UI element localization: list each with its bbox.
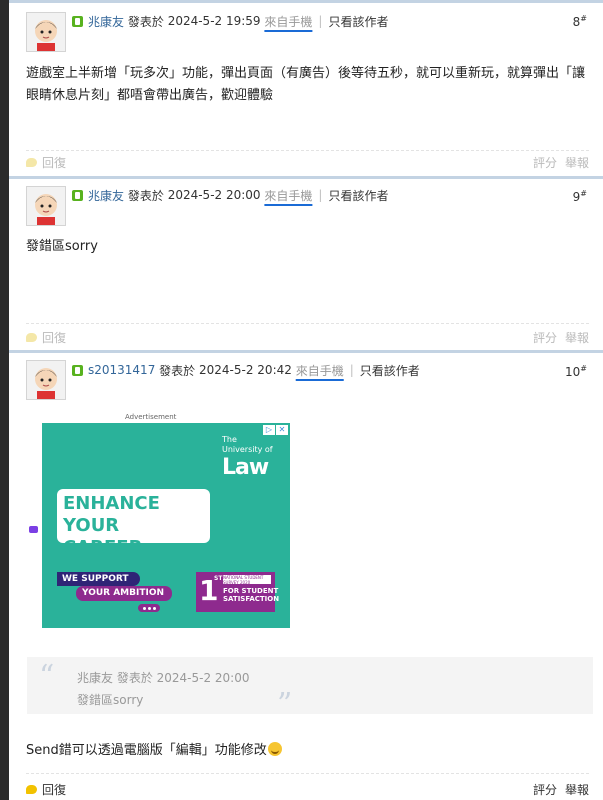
avatar[interactable] <box>26 186 66 226</box>
author-link[interactable]: 兆康友 <box>88 13 124 30</box>
ad-indicator-icon[interactable] <box>29 526 38 533</box>
post-content: 發錯區sorry <box>26 239 98 254</box>
floor-number[interactable]: 9# <box>573 189 587 204</box>
post-actions: 評分 舉報 <box>525 154 589 171</box>
ad-ambition-tag: YOUR AMBITION <box>76 586 172 601</box>
ad-support-tag: WE SUPPORT <box>57 572 140 586</box>
reply-label: 回復 <box>42 783 67 797</box>
online-status-icon <box>72 364 83 376</box>
post-floor-8: 兆康友 發表於 2024-5-2 19:59 來自手機 | 只看該作者 8# 遊… <box>9 0 603 176</box>
post-meta: 兆康友 發表於 2024-5-2 19:59 來自手機 | 只看該作者 <box>72 13 388 29</box>
ad-survey-badge: 1 ST NATIONAL STUDENT SURVEY 2020 FOR ST… <box>196 572 279 612</box>
online-status-icon <box>72 189 83 201</box>
post-meta: s20131417 發表於 2024-5-2 20:42 來自手機 | 只看該作… <box>72 362 420 378</box>
posted-label: 發表於 <box>127 14 164 29</box>
posted-label: 發表於 <box>127 188 164 203</box>
post-actions: 評分 舉報 <box>525 781 589 798</box>
post-footer-divider <box>26 323 589 324</box>
author-link[interactable]: 兆康友 <box>88 187 124 204</box>
left-edge-bar <box>0 0 9 800</box>
post-divider <box>9 350 603 353</box>
rate-link[interactable]: 評分 <box>533 783 557 797</box>
avatar-face-icon <box>35 368 57 399</box>
reply-bubble-icon <box>26 158 37 167</box>
reply-button[interactable]: 回復 <box>26 154 66 171</box>
posted-label: 發表於 <box>159 363 196 378</box>
quote-author-line: 兆康友 發表於 2024-5-2 20:00 <box>77 671 250 685</box>
floor-number[interactable]: 8# <box>573 14 587 29</box>
ad-headline: ENHANCE YOUR CAREER <box>57 489 210 558</box>
avatar[interactable] <box>26 12 66 52</box>
post-divider <box>9 0 603 3</box>
only-author-link[interactable]: 只看該作者 <box>328 187 388 204</box>
advertisement-banner[interactable]: ▷ ✕ The University of Law ENHANCE YOUR CARE… <box>42 423 290 628</box>
advertisement-label: Advertisement <box>125 413 177 421</box>
quoted-reply: “ 兆康友 發表於 2024-5-2 20:00 發錯區sorry ” <box>27 657 593 722</box>
report-link[interactable]: 舉報 <box>565 783 589 797</box>
avatar-face-icon <box>35 194 57 225</box>
reply-label: 回復 <box>42 156 67 170</box>
adchoices-icon[interactable]: ▷ ✕ <box>262 425 288 435</box>
separator: | <box>349 363 354 377</box>
report-link[interactable]: 舉報 <box>565 331 589 345</box>
separator: | <box>318 14 323 28</box>
close-quote-icon: ” <box>277 687 293 722</box>
post-content: 遊戲室上半新增「玩多次」功能，彈出頁面（有廣告）後等待五秒，就可以重新玩，就算彈… <box>26 66 586 103</box>
from-mobile-link[interactable]: 來自手機 <box>296 362 344 379</box>
separator: | <box>318 188 323 202</box>
only-author-link[interactable]: 只看該作者 <box>360 362 420 379</box>
post-meta: 兆康友 發表於 2024-5-2 20:00 來自手機 | 只看該作者 <box>72 187 388 203</box>
from-mobile-link[interactable]: 來自手機 <box>264 13 312 30</box>
reply-button[interactable]: 回復 <box>26 329 66 346</box>
avatar[interactable] <box>26 360 66 400</box>
ad-carousel-dots[interactable] <box>138 604 160 612</box>
smiley-emoji-icon <box>267 742 282 756</box>
rate-link[interactable]: 評分 <box>533 156 557 170</box>
quote-text: 發錯區sorry <box>77 693 144 707</box>
online-status-icon <box>72 15 83 27</box>
author-link[interactable]: s20131417 <box>88 363 155 377</box>
reply-label: 回復 <box>42 331 67 345</box>
post-time: 2024-5-2 20:00 <box>167 188 261 202</box>
reply-button[interactable]: 回復 <box>26 781 66 798</box>
rate-link[interactable]: 評分 <box>533 331 557 345</box>
reply-bubble-icon <box>26 333 37 342</box>
from-mobile-link[interactable]: 來自手機 <box>264 187 312 204</box>
ad-university-name: The University of <box>222 435 273 454</box>
post-footer-divider <box>26 773 589 774</box>
floor-number[interactable]: 10# <box>565 364 587 379</box>
open-quote-icon: “ <box>39 659 55 694</box>
ad-brand-logo: Law <box>222 455 269 480</box>
post-floor-9: 兆康友 發表於 2024-5-2 20:00 來自手機 | 只看該作者 9# 發… <box>9 176 603 350</box>
post-actions: 評分 舉報 <box>525 329 589 346</box>
only-author-link[interactable]: 只看該作者 <box>328 13 388 30</box>
avatar-face-icon <box>35 20 57 51</box>
post-time: 2024-5-2 19:59 <box>167 14 261 28</box>
post-time: 2024-5-2 20:42 <box>199 363 292 377</box>
post-content: Send錯可以透過電腦版「編輯」功能修改 <box>26 740 282 762</box>
post-divider <box>9 176 603 179</box>
report-link[interactable]: 舉報 <box>565 156 589 170</box>
reply-bubble-icon <box>26 785 37 794</box>
post-footer-divider <box>26 150 589 151</box>
